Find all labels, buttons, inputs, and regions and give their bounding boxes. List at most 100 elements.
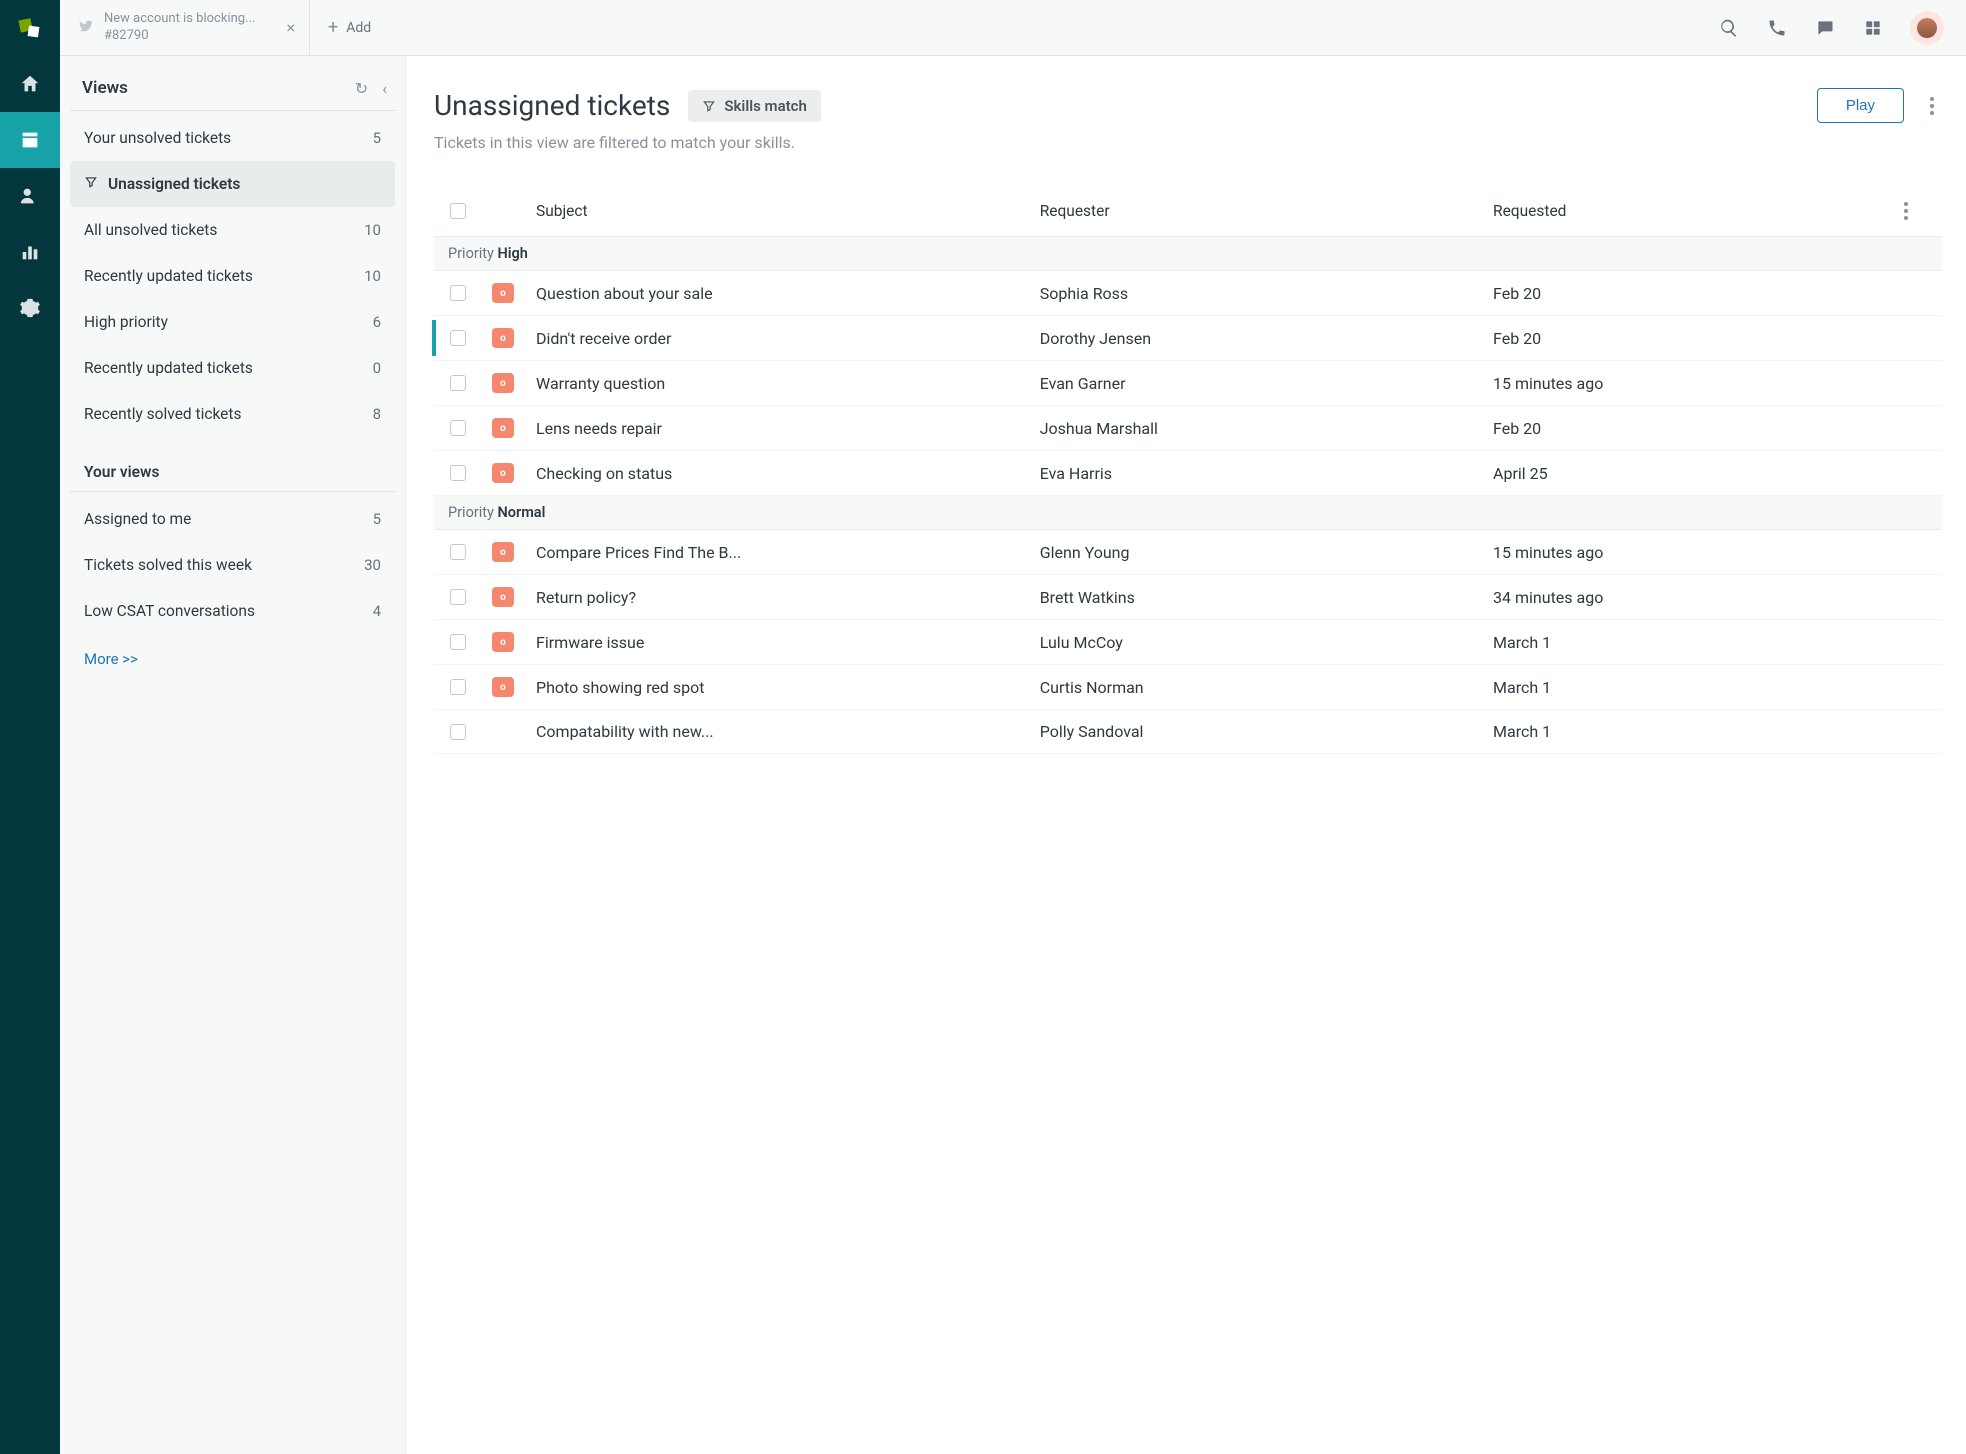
ticket-requester: Glenn Young — [1040, 543, 1493, 562]
table-header: Subject Requester Requested — [434, 186, 1942, 237]
ticket-requested: March 1 — [1493, 678, 1896, 697]
add-tab-button[interactable]: + Add — [310, 17, 389, 38]
group-label: Priority — [448, 504, 494, 521]
ticket-row[interactable]: o Lens needs repairJoshua MarshallFeb 20 — [434, 406, 1942, 451]
row-checkbox[interactable] — [450, 544, 466, 560]
status-badge-open: o — [492, 463, 514, 483]
row-checkbox[interactable] — [450, 285, 466, 301]
view-item[interactable]: Recently solved tickets8 — [70, 391, 395, 437]
columns-menu[interactable] — [1896, 196, 1916, 226]
nav-views[interactable] — [0, 112, 60, 168]
filter-icon — [84, 175, 98, 193]
ticket-requested: Feb 20 — [1493, 284, 1896, 303]
ticket-requested: 15 minutes ago — [1493, 543, 1896, 562]
ticket-requested: March 1 — [1493, 633, 1896, 652]
view-item[interactable]: Your unsolved tickets5 — [70, 115, 395, 161]
ticket-subject: Didn't receive order — [536, 329, 1040, 348]
ticket-row[interactable]: Compatability with new...Polly SandovalM… — [434, 710, 1942, 754]
status-badge-open: o — [492, 328, 514, 348]
status-badge-open: o — [492, 632, 514, 652]
ticket-tab[interactable]: New account is blocking... #82790 × — [60, 0, 310, 56]
views-header: Views ↻ ‹ — [70, 70, 395, 111]
more-views-link[interactable]: More >> — [70, 634, 395, 684]
view-item-count: 4 — [373, 602, 381, 620]
view-item[interactable]: Low CSAT conversations 4 — [70, 588, 395, 634]
view-item-label: High priority — [84, 313, 168, 331]
view-item[interactable]: High priority 6 — [70, 299, 395, 345]
view-item-label: All unsolved tickets — [84, 221, 217, 239]
ticket-requested: Feb 20 — [1493, 419, 1896, 438]
view-item[interactable]: All unsolved tickets 10 — [70, 207, 395, 253]
ticket-subject: Lens needs repair — [536, 419, 1040, 438]
row-checkbox[interactable] — [450, 724, 466, 740]
row-checkbox[interactable] — [450, 420, 466, 436]
skills-match-chip[interactable]: Skills match — [688, 90, 821, 122]
nav-home[interactable] — [0, 56, 60, 112]
ticket-requester: Curtis Norman — [1040, 678, 1493, 697]
refresh-icon[interactable]: ↻ — [355, 79, 368, 98]
group-label: Priority — [448, 245, 494, 262]
ticket-subject: Checking on status — [536, 464, 1040, 483]
ticket-row[interactable]: oWarranty questionEvan Garner15 minutes … — [434, 361, 1942, 406]
chat-icon[interactable] — [1814, 17, 1836, 39]
select-all-checkbox[interactable] — [450, 203, 466, 219]
view-item[interactable]: Assigned to me5 — [70, 496, 395, 542]
search-icon[interactable] — [1718, 17, 1740, 39]
group-row: Priority High — [434, 237, 1942, 271]
status-badge-open: o — [492, 373, 514, 393]
skills-chip-label: Skills match — [724, 97, 807, 115]
play-button[interactable]: Play — [1817, 88, 1904, 123]
user-avatar[interactable] — [1910, 11, 1944, 45]
group-name: High — [498, 245, 528, 262]
status-badge-open: o — [492, 418, 514, 438]
ticket-subject: Firmware issue — [536, 633, 1040, 652]
row-checkbox[interactable] — [450, 375, 466, 391]
col-requester-header[interactable]: Requester — [1040, 202, 1493, 220]
col-requested-header[interactable]: Requested — [1493, 202, 1896, 220]
status-badge-open: o — [492, 587, 514, 607]
ticket-row[interactable]: oQuestion about your saleSophia RossFeb … — [434, 271, 1942, 316]
row-checkbox[interactable] — [450, 589, 466, 605]
row-checkbox[interactable] — [450, 330, 466, 346]
ticket-subject: Photo showing red spot — [536, 678, 1040, 697]
ticket-requested: April 25 — [1493, 464, 1896, 483]
main-content: Unassigned tickets Skills match Play Tic… — [406, 56, 1966, 1454]
nav-admin[interactable] — [0, 280, 60, 336]
plus-icon: + — [328, 17, 338, 38]
view-item-count: 0 — [373, 359, 381, 377]
view-item[interactable]: Tickets solved this week30 — [70, 542, 395, 588]
ticket-row[interactable]: oDidn't receive orderDorothy JensenFeb 2… — [434, 316, 1942, 361]
view-options-menu[interactable] — [1922, 91, 1942, 121]
view-item[interactable]: Unassigned tickets — [70, 161, 395, 207]
collapse-icon[interactable]: ‹ — [382, 79, 387, 98]
ticket-row[interactable]: oReturn policy?Brett Watkins34 minutes a… — [434, 575, 1942, 620]
view-item-label: Your unsolved tickets — [84, 129, 231, 147]
apps-icon[interactable] — [1862, 17, 1884, 39]
your-views-label: Your views — [70, 443, 395, 492]
top-actions — [1718, 11, 1966, 45]
ticket-subject: Question about your sale — [536, 284, 1040, 303]
ticket-row[interactable]: oCompare Prices Find The B...Glenn Young… — [434, 530, 1942, 575]
view-item-label: Tickets solved this week — [84, 556, 252, 574]
row-checkbox[interactable] — [450, 679, 466, 695]
nav-customers[interactable] — [0, 168, 60, 224]
phone-icon[interactable] — [1766, 17, 1788, 39]
view-item-label: Low CSAT conversations — [84, 602, 255, 620]
ticket-requested: March 1 — [1493, 722, 1896, 741]
row-checkbox[interactable] — [450, 634, 466, 650]
ticket-row[interactable]: oChecking on statusEva HarrisApril 25 — [434, 451, 1942, 496]
ticket-requested: 15 minutes ago — [1493, 374, 1896, 393]
view-item[interactable]: Recently updated tickets10 — [70, 253, 395, 299]
view-item[interactable]: Recently updated tickets0 — [70, 345, 395, 391]
col-subject-header[interactable]: Subject — [536, 202, 1040, 220]
ticket-row[interactable]: oPhoto showing red spotCurtis NormanMarc… — [434, 665, 1942, 710]
row-checkbox[interactable] — [450, 465, 466, 481]
view-item-count: 10 — [364, 221, 381, 239]
view-item-count: 10 — [364, 267, 381, 285]
close-icon[interactable]: × — [286, 18, 295, 37]
ticket-subject: Return policy? — [536, 588, 1040, 607]
ticket-requester: Joshua Marshall — [1040, 419, 1493, 438]
ticket-row[interactable]: oFirmware issueLulu McCoyMarch 1 — [434, 620, 1942, 665]
view-item-count: 6 — [373, 313, 381, 331]
nav-reporting[interactable] — [0, 224, 60, 280]
